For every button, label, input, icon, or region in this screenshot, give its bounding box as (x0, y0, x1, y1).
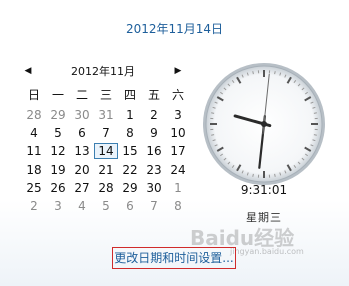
calendar-nav: ◀ 2012年11月 ▶ (18, 63, 188, 79)
calendar-day[interactable]: 29 (118, 180, 142, 196)
month-title[interactable]: 2012年11月 (18, 63, 188, 79)
clock-tick (211, 134, 215, 136)
calendar-day[interactable]: 16 (142, 143, 166, 159)
calendar-day[interactable]: 19 (46, 162, 70, 178)
clock-tick (274, 173, 276, 177)
calendar-day[interactable]: 22 (118, 162, 142, 178)
weekday-header: 四 (123, 88, 136, 102)
calendar-day[interactable]: 5 (94, 198, 118, 214)
calendar-day[interactable]: 13 (70, 143, 94, 159)
calendar-day[interactable]: 26 (46, 180, 70, 196)
weekday-header: 二 (75, 88, 88, 102)
calendar-day[interactable]: 30 (142, 180, 166, 196)
weekday-header: 日 (27, 88, 40, 102)
calendar-day[interactable]: 6 (70, 125, 94, 141)
weekday-header-row: 日一二三四五六 (22, 87, 190, 103)
calendar-day[interactable]: 1 (118, 107, 142, 123)
calendar-day[interactable]: 7 (142, 198, 166, 214)
calendar-day[interactable]: 25 (22, 180, 46, 196)
clock-tick (211, 112, 215, 114)
next-month-icon[interactable]: ▶ (172, 65, 184, 77)
calendar-day[interactable]: 28 (94, 180, 118, 196)
weekday-header: 六 (171, 88, 184, 102)
datetime-panel: 2012年11月14日 ◀ 2012年11月 ▶ 日一二三四五六 28 29 30 31… (0, 0, 349, 286)
calendar-day[interactable]: 4 (70, 198, 94, 214)
calendar-day[interactable]: 28 (22, 107, 46, 123)
calendar-day[interactable]: 21 (94, 162, 118, 178)
clock-tick (252, 173, 254, 177)
calendar-day[interactable]: 31 (94, 107, 118, 123)
calendar-day[interactable]: 2 (142, 107, 166, 123)
calendar-day[interactable]: 20 (70, 162, 94, 178)
calendar-day[interactable]: 3 (46, 198, 70, 214)
calendar-day[interactable]: 1 (166, 180, 190, 196)
calendar-day[interactable]: 23 (142, 162, 166, 178)
calendar-day[interactable]: 11 (22, 143, 46, 159)
calendar-day[interactable]: 15 (118, 143, 142, 159)
calendar-day[interactable]: 3 (166, 107, 190, 123)
calendar-day[interactable]: 30 (70, 107, 94, 123)
watermark-sub: jingyan.baidu.com (230, 247, 304, 256)
clock-tick (313, 112, 317, 114)
calendar-day[interactable]: 8 (166, 198, 190, 214)
calendar-week-row: 28 29 30 31 1 2 3 (22, 107, 190, 123)
clock-face-icon (203, 63, 325, 185)
calendar-day[interactable]: 5 (46, 125, 70, 141)
calendar-week-row: 18 19 20 21 22 23 24 (22, 162, 190, 178)
clock-tick (274, 71, 276, 75)
current-date-link[interactable]: 2012年11月14日 (0, 20, 349, 37)
calendar-day[interactable]: 2 (22, 198, 46, 214)
clock-tick (252, 71, 254, 75)
calendar-day[interactable]: 29 (46, 107, 70, 123)
calendar-day[interactable]: 14 (94, 143, 118, 160)
weekday-header: 五 (147, 88, 160, 102)
calendar-day[interactable]: 8 (118, 125, 142, 141)
weekday-header: 一 (51, 88, 64, 102)
clock-tick (313, 134, 317, 136)
calendar-day[interactable]: 12 (46, 143, 70, 159)
calendar-day[interactable]: 4 (22, 125, 46, 141)
calendar-week-row: 25 26 27 28 29 30 1 (22, 180, 190, 196)
calendar-day[interactable]: 18 (22, 162, 46, 178)
calendar-day[interactable]: 17 (166, 143, 190, 159)
calendar-day[interactable]: 6 (118, 198, 142, 214)
change-datetime-settings-link[interactable]: 更改日期和时间设置... (112, 247, 236, 269)
analog-clock (200, 60, 328, 188)
calendar-week-row: 2345678 (22, 198, 190, 214)
calendar-week-row: 4 5 6 7 8 9 10 (22, 125, 190, 141)
calendar-day[interactable]: 10 (166, 125, 190, 141)
calendar-day[interactable]: 9 (142, 125, 166, 141)
weekday-header: 三 (99, 88, 112, 102)
calendar-week-row: 11 12 13 14 15 16 17 (22, 143, 190, 160)
calendar-day[interactable]: 27 (70, 180, 94, 196)
calendar-day[interactable]: 7 (94, 125, 118, 141)
digital-time: 9:31:01 (240, 183, 288, 197)
calendar-day[interactable]: 24 (166, 162, 190, 178)
